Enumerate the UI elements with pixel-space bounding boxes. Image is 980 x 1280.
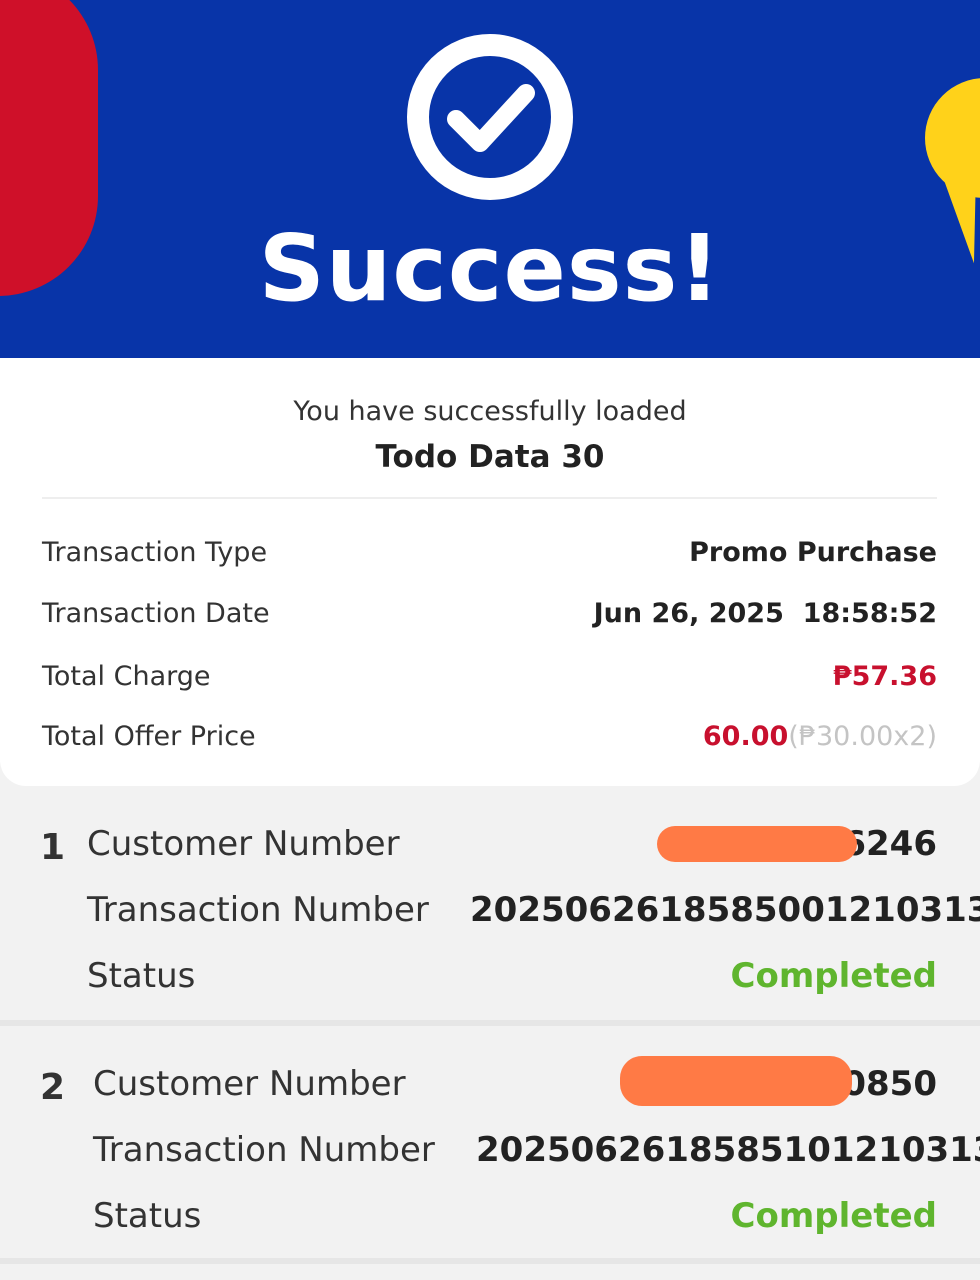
status-label: Status xyxy=(93,1196,202,1236)
detail-label: Transaction Type xyxy=(42,537,268,568)
transaction-item: 2 Customer Number 00850 Transaction Numb… xyxy=(0,1026,980,1258)
customer-number-label: Customer Number xyxy=(93,1064,406,1104)
detail-value: Jun 26, 2025 18:58:52 xyxy=(593,598,937,629)
total-charge-value: ₱57.36 xyxy=(832,661,937,692)
transaction-number-value: 202506261858500121031317084 xyxy=(470,890,980,930)
divider xyxy=(42,497,937,499)
detail-row-total-offer-price: Total Offer Price 60.00(₱30.00x2) xyxy=(42,717,937,757)
offer-price-breakdown: (₱30.00x2) xyxy=(788,721,937,752)
success-banner: Success! xyxy=(0,0,980,358)
redaction-mark xyxy=(620,1056,852,1106)
transaction-item: 1 Customer Number 76246 Transaction Numb… xyxy=(0,786,980,1020)
status-value: Completed xyxy=(730,956,937,996)
detail-row-transaction-type: Transaction Type Promo Purchase xyxy=(42,533,937,573)
detail-row-total-charge: Total Charge ₱57.36 xyxy=(42,657,937,697)
status-label: Status xyxy=(87,956,196,996)
offer-price-value: 60.00 xyxy=(702,721,789,752)
customer-number-label: Customer Number xyxy=(87,824,400,864)
detail-value: Promo Purchase xyxy=(689,537,937,568)
divider xyxy=(0,1258,980,1264)
check-circle-icon xyxy=(407,34,573,200)
transaction-number-label: Transaction Number xyxy=(87,890,429,930)
transaction-index: 2 xyxy=(40,1067,66,1108)
status-value: Completed xyxy=(730,1196,937,1236)
detail-label: Total Charge xyxy=(42,661,211,692)
detail-row-transaction-date: Transaction Date Jun 26, 2025 18:58:52 xyxy=(42,594,937,634)
transaction-number-value: 202506261858510121031317084 xyxy=(476,1130,980,1170)
detail-value-group: 60.00(₱30.00x2) xyxy=(703,717,937,757)
redaction-mark xyxy=(657,826,857,862)
loaded-message: You have successfully loaded xyxy=(293,396,687,427)
transaction-index: 1 xyxy=(40,827,66,868)
detail-label: Total Offer Price xyxy=(42,721,256,752)
detail-label: Transaction Date xyxy=(42,598,270,629)
success-title: Success! xyxy=(258,215,722,322)
transaction-number-label: Transaction Number xyxy=(93,1130,435,1170)
product-name: Todo Data 30 xyxy=(375,439,605,475)
